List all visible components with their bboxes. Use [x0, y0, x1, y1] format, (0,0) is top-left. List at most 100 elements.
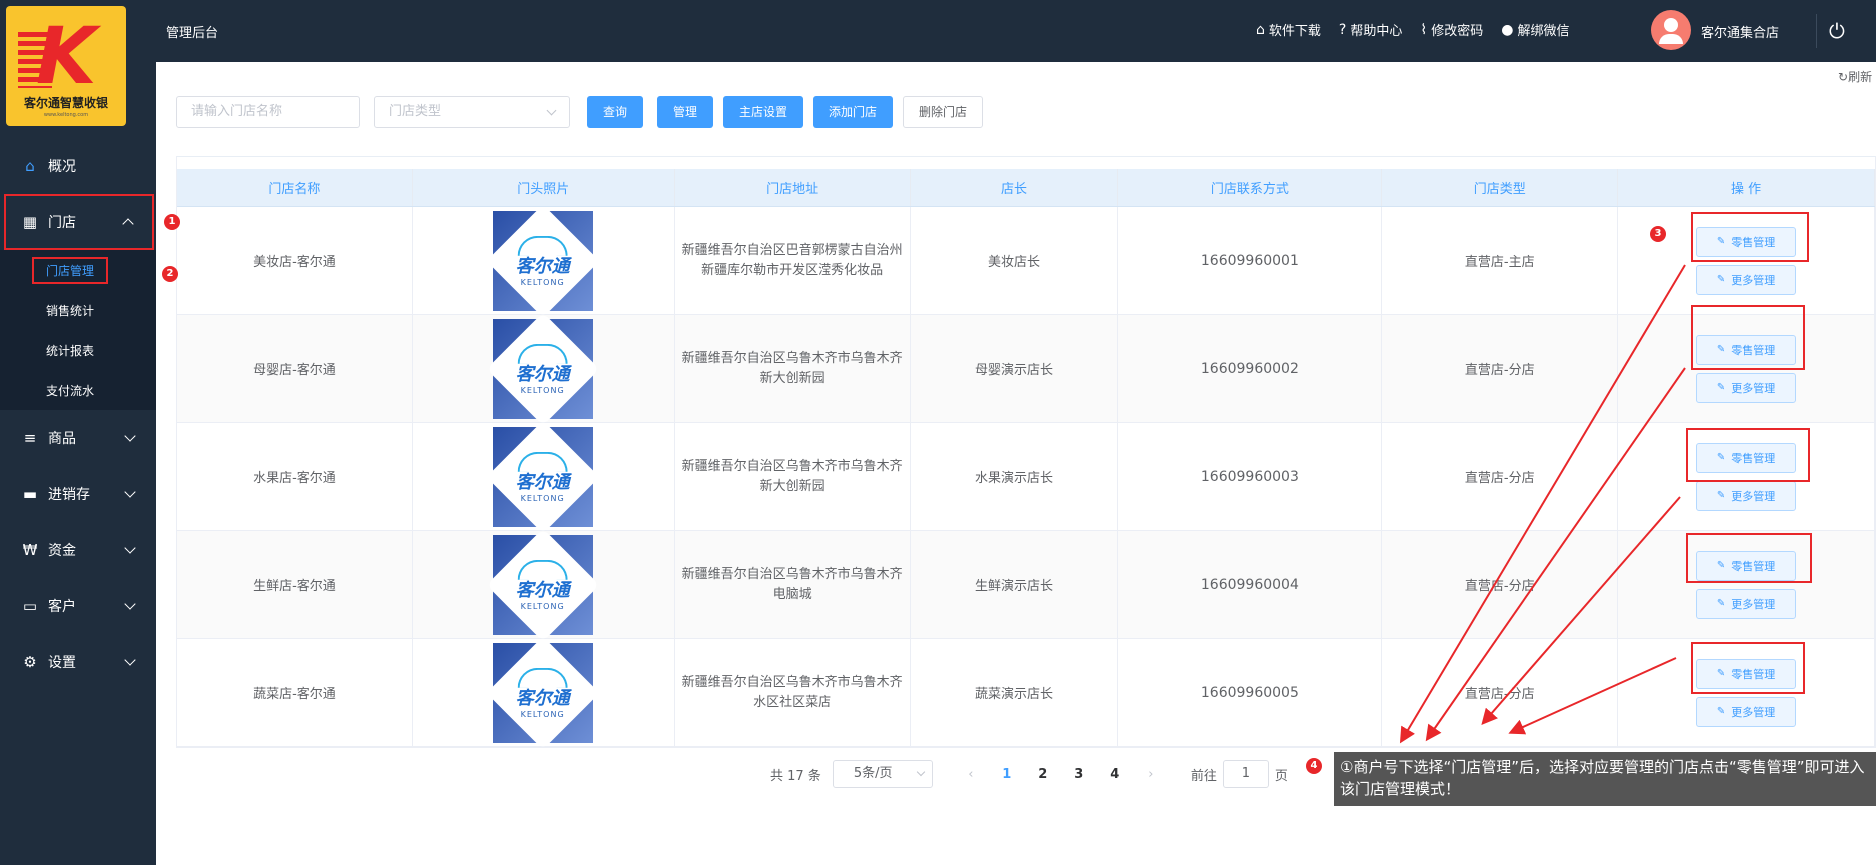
more-management-button[interactable]: ✎ 更多管理	[1696, 696, 1797, 727]
column-header: 门头照片	[413, 169, 675, 206]
page-3[interactable]: 3	[1061, 767, 1097, 782]
store-phone-cell: 16609960004	[1118, 531, 1383, 638]
manage-button[interactable]: 管理	[657, 96, 713, 128]
total-count: 共 17 条	[770, 768, 821, 784]
more-management-button[interactable]: ✎ 更多管理	[1696, 480, 1797, 511]
table-row[interactable]: 蔬菜店-客尔通 客尔通 KELTONG 新疆维吾尔自治区乌鲁木齐市乌鲁木齐水区社区菜店…	[177, 635, 1875, 750]
brand-name: 客尔通智慧收银	[23, 96, 108, 110]
column-header: 门店名称	[177, 169, 413, 206]
table-row[interactable]: 美妆店-客尔通 客尔通 KELTONG 新疆维吾尔自治区巴音郭楞蒙古自治州新疆库尔勒市…	[177, 203, 1875, 318]
store-photo: 客尔通 KELTONG	[486, 311, 600, 426]
button-label: 更多管理	[1731, 597, 1776, 611]
sidebar-item-overview[interactable]: ⌂ 概况	[0, 138, 156, 194]
page-size-select[interactable]: 5条/页	[832, 760, 933, 788]
link-label: 修改密码	[1431, 24, 1484, 39]
home-icon: ⌂	[25, 157, 35, 175]
store-type-select[interactable]: 门店类型	[374, 96, 570, 128]
sidebar-item-customers[interactable]: ▭ 客户	[0, 578, 156, 634]
page-2[interactable]: 2	[1025, 767, 1061, 782]
refresh-button[interactable]: ↻刷新	[1838, 68, 1872, 85]
more-management-button[interactable]: ✎ 更多管理	[1696, 588, 1797, 619]
store-name-cell: 美妆店-客尔通	[177, 207, 413, 314]
id-card-icon: ▭	[22, 597, 38, 615]
list-icon: ≡	[23, 429, 37, 447]
sidebar-item-inventory[interactable]: ▬ 进销存	[0, 466, 156, 522]
store-name-search-input[interactable]: 请输入门店名称	[176, 96, 360, 128]
store-name-cell: 蔬菜店-客尔通	[177, 639, 413, 746]
next-page-button[interactable]: ›	[1133, 767, 1169, 782]
brand-url: www.keltong.com	[43, 112, 89, 118]
top-header: 管理后台 ⌂ 软件下载 ? 帮助中心 ⌇ 修改密码 ● 解绑微信 客尔通集合店 ⏻	[156, 0, 1876, 62]
add-store-button[interactable]: 添加门店	[813, 96, 893, 128]
table-row[interactable]: 水果店-客尔通 客尔通 KELTONG 新疆维吾尔自治区乌鲁木齐市乌鲁木齐新大创新园水…	[177, 419, 1875, 534]
goto-page-input[interactable]: 1	[1222, 760, 1269, 788]
photo-brand-text: 客尔通	[516, 255, 571, 276]
header-links: ⌂ 软件下载 ? 帮助中心 ⌇ 修改密码 ● 解绑微信	[1256, 20, 1569, 40]
select-placeholder: 门店类型	[389, 104, 442, 119]
chevron-down-icon	[124, 654, 136, 666]
thermometer-icon: ⌇	[1420, 21, 1428, 38]
button-label: 更多管理	[1731, 705, 1776, 719]
store-photo: 客尔通 KELTONG	[486, 203, 600, 318]
highlight-box	[1691, 642, 1805, 694]
annotation-badge-2: 2	[162, 266, 178, 282]
store-address-cell: 新疆维吾尔自治区乌鲁木齐市乌鲁木齐电脑城	[675, 531, 911, 638]
delete-store-button[interactable]: 删除门店	[903, 96, 983, 128]
help-center-link[interactable]: ? 帮助中心	[1339, 20, 1402, 40]
sidebar-subitem-sales-stats[interactable]: 销售统计	[0, 290, 156, 330]
query-button[interactable]: 查询	[587, 96, 643, 128]
button-label: 更多管理	[1731, 273, 1776, 287]
column-header: 门店地址	[675, 169, 911, 206]
sidebar-item-funds[interactable]: ₩ 资金	[0, 522, 156, 578]
more-management-button[interactable]: ✎ 更多管理	[1696, 264, 1797, 295]
prev-page-button[interactable]: ‹	[953, 767, 989, 782]
refresh-icon: ↻	[1838, 70, 1849, 84]
sidebar: K 客尔通智慧收银 www.keltong.com ⌂ 概况 ▦ 门店 门店管理…	[0, 0, 156, 865]
more-management-button[interactable]: ✎ 更多管理	[1696, 372, 1797, 403]
main-store-settings-button[interactable]: 主店设置	[723, 96, 803, 128]
software-download-link[interactable]: ⌂ 软件下载	[1256, 20, 1321, 40]
column-header: 门店类型	[1382, 169, 1619, 206]
sidebar-subitem-label: 支付流水	[46, 383, 95, 398]
table-body: 美妆店-客尔通 客尔通 KELTONG 新疆维吾尔自治区巴音郭楞蒙古自治州新疆库尔勒市…	[177, 203, 1875, 750]
chevron-down-icon	[124, 598, 136, 610]
highlight-box	[1686, 533, 1812, 583]
store-type-cell: 直营店-分店	[1382, 639, 1619, 746]
photo-brand-text: 客尔通	[516, 471, 571, 492]
store-type-cell: 直营店-分店	[1382, 531, 1619, 638]
page-1[interactable]: 1	[989, 767, 1025, 782]
photo-brand-sub: KELTONG	[521, 493, 566, 502]
store-name-cell: 水果店-客尔通	[177, 423, 413, 530]
sidebar-subitem-payments[interactable]: 支付流水	[0, 370, 156, 410]
user-name[interactable]: 客尔通集合店	[1701, 22, 1779, 41]
sidebar-subitem-label: 销售统计	[46, 303, 95, 318]
sidebar-item-settings[interactable]: ⚙ 设置	[0, 634, 156, 690]
sidebar-item-products[interactable]: ≡ 商品	[0, 410, 156, 466]
unbind-wechat-link[interactable]: ● 解绑微信	[1501, 20, 1569, 40]
sidebar-subitem-reports[interactable]: 统计报表	[0, 330, 156, 370]
highlight-box	[1691, 305, 1805, 370]
chevron-down-icon	[546, 105, 557, 116]
sidebar-item-label: 门店	[48, 215, 76, 231]
brand-logo: K 客尔通智慧收银 www.keltong.com	[6, 6, 126, 126]
power-icon[interactable]: ⏻	[1816, 14, 1846, 48]
sidebar-item-store[interactable]: ▦ 门店	[4, 194, 154, 250]
store-type-cell: 直营店-分店	[1382, 423, 1619, 530]
store-photo-cell: 客尔通 KELTONG	[413, 311, 675, 426]
page-4[interactable]: 4	[1097, 767, 1133, 782]
sidebar-item-label: 资金	[48, 543, 76, 559]
chevron-down-icon	[124, 486, 136, 498]
store-phone-cell: 16609960001	[1118, 207, 1383, 314]
avatar[interactable]	[1651, 10, 1691, 50]
store-address-cell: 新疆维吾尔自治区巴音郭楞蒙古自治州新疆库尔勒市开发区滢秀化妆品	[675, 207, 911, 314]
annotation-badge-4: 4	[1306, 758, 1322, 774]
table-row[interactable]: 生鲜店-客尔通 客尔通 KELTONG 新疆维吾尔自治区乌鲁木齐市乌鲁木齐电脑城 生鲜演…	[177, 527, 1875, 642]
store-icon: ⌂	[1256, 21, 1265, 38]
store-submenu: 门店管理 销售统计 统计报表 支付流水	[0, 250, 156, 410]
change-password-link[interactable]: ⌇ 修改密码	[1420, 20, 1484, 40]
sidebar-subitem-store-management[interactable]: 门店管理	[0, 250, 156, 290]
table-row[interactable]: 母婴店-客尔通 客尔通 KELTONG 新疆维吾尔自治区乌鲁木齐市乌鲁木齐新大创新园母…	[177, 311, 1875, 426]
refresh-label: 刷新	[1848, 70, 1873, 84]
page-title: 管理后台	[166, 26, 219, 41]
chevron-up-icon	[122, 218, 134, 230]
